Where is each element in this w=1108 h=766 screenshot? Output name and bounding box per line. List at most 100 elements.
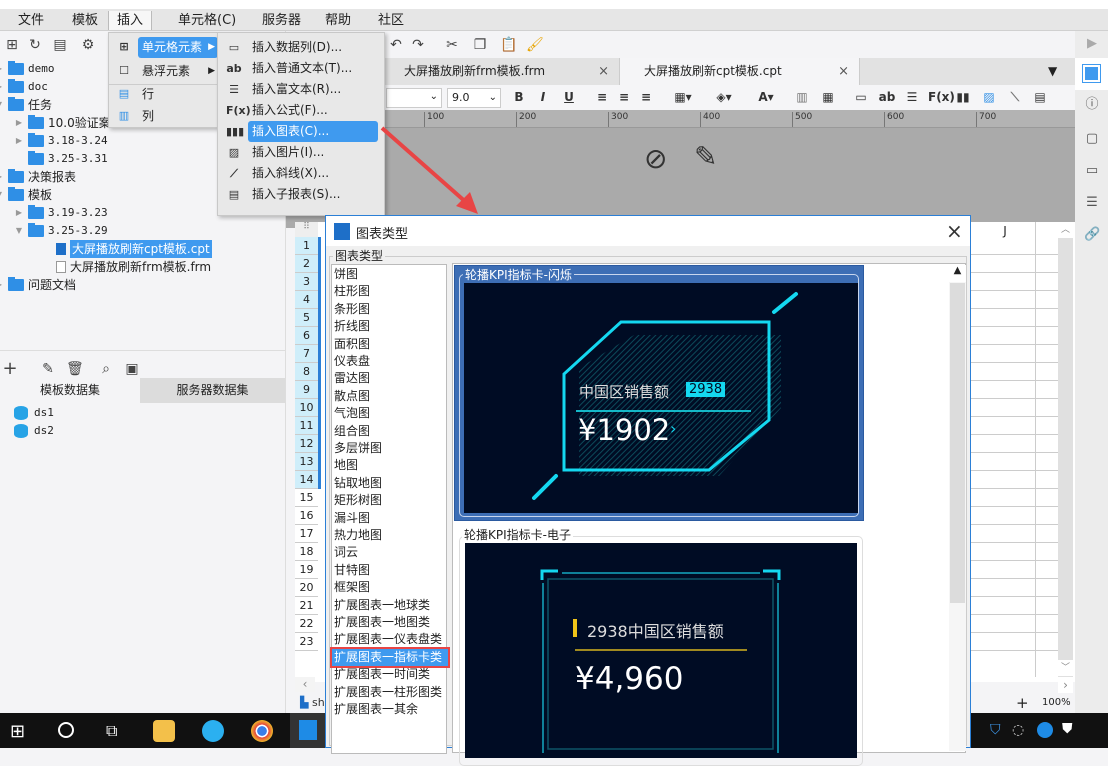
chart-type-item[interactable]: 扩展图表一时间类 xyxy=(334,666,430,683)
scroll-up-icon[interactable]: ▲ xyxy=(949,265,966,282)
tab-list-icon[interactable]: ▼ xyxy=(1048,64,1057,78)
font-size-select[interactable]: 9.0 ⌄ xyxy=(447,88,501,108)
row-header[interactable]: 14 xyxy=(295,471,318,489)
chart-type-item[interactable]: 钻取地图 xyxy=(334,475,382,492)
menu-item-row[interactable]: 行 xyxy=(142,84,154,105)
expanded-icon[interactable]: ▼ xyxy=(0,186,4,204)
align-center-icon[interactable]: ≡ xyxy=(616,89,632,106)
row-header[interactable]: 2 xyxy=(295,255,318,273)
submenu-item[interactable]: 插入富文本(R)... xyxy=(252,79,341,100)
chart-type-item[interactable]: 柱形图 xyxy=(334,283,370,300)
row-header[interactable]: 9 xyxy=(295,381,318,399)
font-family-select[interactable]: ⌄ xyxy=(386,88,442,108)
fill-color-icon[interactable]: ◈▾ xyxy=(710,89,738,106)
tree-item[interactable]: 3.25-3.31 xyxy=(14,150,108,168)
finereport-taskbar-icon[interactable] xyxy=(290,713,325,748)
chart-icon[interactable]: ▮▮ xyxy=(954,89,972,106)
close-tab-icon[interactable]: × xyxy=(838,58,849,85)
tree-item[interactable]: ▶ doc xyxy=(0,78,48,96)
tree-item[interactable]: ▶ 10.0验证案 xyxy=(14,114,111,132)
chart-type-item[interactable]: 框架图 xyxy=(334,579,370,596)
select-all-icon[interactable]: ⠿ xyxy=(295,222,318,238)
menu-item-cell-element[interactable]: 单元格元素 ▶ xyxy=(138,37,218,58)
row-header[interactable]: 6 xyxy=(295,327,318,345)
row-header[interactable]: 12 xyxy=(295,435,318,453)
chart-type-item[interactable]: 仪表盘 xyxy=(334,353,370,370)
chart-type-item[interactable]: 热力地图 xyxy=(334,527,382,544)
tree-item[interactable]: ▼ 模板 xyxy=(0,186,52,204)
row-header[interactable]: 13 xyxy=(295,453,318,471)
row-header[interactable]: 5 xyxy=(295,309,318,327)
chart-type-item[interactable]: 饼图 xyxy=(334,266,358,283)
expand-icon[interactable]: ▶ xyxy=(1084,36,1100,52)
defender-tray-icon[interactable]: ⛊ xyxy=(1062,721,1073,737)
menu-insert[interactable]: 插入 xyxy=(108,11,153,30)
menu-item-column[interactable]: 列 xyxy=(142,106,154,127)
chart-type-item[interactable]: 甘特图 xyxy=(334,562,370,579)
tab-cpt-template[interactable]: 大屏播放刷新cpt模板.cpt × xyxy=(620,58,860,85)
scrollbar-thumb[interactable] xyxy=(950,283,965,603)
chart-type-item[interactable]: 散点图 xyxy=(334,388,370,405)
image-icon[interactable]: ▨ xyxy=(980,89,998,106)
close-tab-icon[interactable]: × xyxy=(598,58,609,85)
row-header[interactable]: 7 xyxy=(295,345,318,363)
settings-icon[interactable]: ⚙ xyxy=(80,37,96,53)
network-tray-icon[interactable]: ◌ xyxy=(1012,722,1024,738)
undo-icon[interactable]: ↶ xyxy=(388,37,404,53)
chart-type-item[interactable]: 漏斗图 xyxy=(334,510,370,527)
tree-item[interactable]: ▼ 任务 xyxy=(0,96,52,114)
grid-icon[interactable]: ▦ xyxy=(820,89,836,106)
tab-server-dataset[interactable]: 服务器数据集 xyxy=(140,378,285,403)
close-icon[interactable]: × xyxy=(946,219,963,243)
formula-icon[interactable]: F(x) xyxy=(928,89,955,106)
new-folder-icon[interactable]: ⊞ xyxy=(4,37,20,53)
preview-icon[interactable]: ⌕ xyxy=(98,361,114,377)
float-element-icon[interactable]: ▢ xyxy=(1084,131,1100,147)
tab-template-dataset[interactable]: 模板数据集 xyxy=(0,378,140,403)
tree-item[interactable]: ▶ 问题文档 xyxy=(0,276,76,294)
chart-type-item[interactable]: 多层饼图 xyxy=(334,440,382,457)
cell-element-tab[interactable] xyxy=(1075,58,1108,90)
row-header[interactable]: 15 xyxy=(295,489,318,507)
chart-type-item[interactable]: 地图 xyxy=(334,457,358,474)
format-brush-icon[interactable]: 🖌 xyxy=(526,37,544,53)
task-view-icon[interactable]: ⧉ xyxy=(106,721,117,741)
delete-icon[interactable]: 🗑 xyxy=(66,361,84,377)
tree-item[interactable]: ▶ 3.18-3.24 xyxy=(14,132,108,150)
preview-scrollbar[interactable]: ▲ xyxy=(949,265,966,751)
merge-cell-icon[interactable]: ▥ xyxy=(794,89,810,106)
tree-item[interactable]: 大屏播放刷新cpt模板.cpt xyxy=(34,240,212,258)
chart-type-item[interactable]: 扩展图表一柱形图类 xyxy=(334,684,442,701)
row-header[interactable]: 10 xyxy=(295,399,318,417)
row-header[interactable]: 16 xyxy=(295,507,318,525)
refresh-icon[interactable]: ↻ xyxy=(27,37,43,53)
tree-item[interactable]: ▼ 3.25-3.29 xyxy=(14,222,108,240)
menu-community[interactable]: 社区 xyxy=(374,11,408,30)
copy-icon[interactable]: ❐ xyxy=(472,37,488,53)
row-header[interactable]: 20 xyxy=(295,579,318,597)
sheet-tab[interactable]: ▙ sh xyxy=(300,696,325,709)
row-header[interactable]: 22 xyxy=(295,615,318,633)
align-right-icon[interactable]: ≡ xyxy=(638,89,654,106)
row-header[interactable]: 4 xyxy=(295,291,318,309)
paste-icon[interactable]: 📋 xyxy=(500,37,517,53)
row-header[interactable]: 3 xyxy=(295,273,318,291)
menu-template[interactable]: 模板 xyxy=(68,11,102,30)
collapsed-icon[interactable]: ▶ xyxy=(14,204,24,222)
text-icon[interactable]: ab xyxy=(878,89,896,106)
tree-item[interactable]: ▶ 3.19-3.23 xyxy=(14,204,108,222)
collapsed-icon[interactable]: ▶ xyxy=(0,276,4,294)
chart-type-item[interactable]: 矩形树图 xyxy=(334,492,382,509)
tab-frm-template[interactable]: 大屏播放刷新frm模板.frm × xyxy=(380,58,620,85)
chart-type-item[interactable]: 雷达图 xyxy=(334,370,370,387)
chart-type-item[interactable]: 扩展图表一地球类 xyxy=(334,597,430,614)
bold-button[interactable]: B xyxy=(512,89,526,106)
cell-attribute-icon[interactable]: ⓘ xyxy=(1084,97,1100,113)
menu-help[interactable]: 帮助 xyxy=(321,11,355,30)
slash-line-icon[interactable]: ⟍ xyxy=(1006,89,1024,106)
collapsed-icon[interactable]: ▶ xyxy=(0,168,4,186)
column-header-j[interactable]: J xyxy=(995,224,1015,238)
windows-start-icon[interactable]: ⊞ xyxy=(10,721,25,742)
condition-icon[interactable]: ☰ xyxy=(1084,195,1100,211)
preview-card-flash[interactable]: 轮播KPI指标卡-闪烁 中国区销售额 2938 ¥1902 › xyxy=(454,265,864,521)
